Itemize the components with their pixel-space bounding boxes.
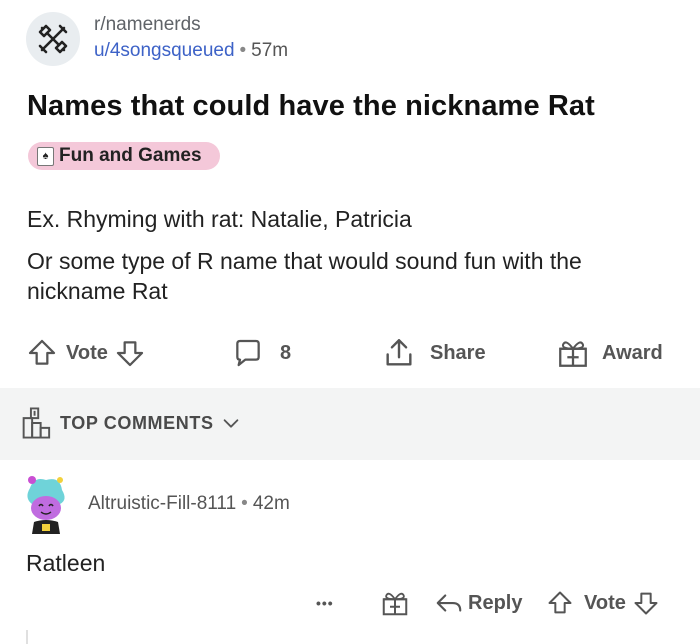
comment-age: 42m: [252, 493, 290, 514]
trophy-icon: [22, 407, 51, 439]
card-icon: ♠: [37, 146, 54, 166]
share-label: Share: [430, 341, 486, 364]
downvote-icon[interactable]: [632, 589, 660, 617]
vote-label: Vote: [66, 341, 108, 364]
comment-author[interactable]: Altruistic-Fill-8111: [88, 493, 236, 514]
more-options-icon: •••: [316, 595, 334, 611]
post-action-bar: Vote 8 Share Award: [26, 336, 676, 370]
post-body: Ex. Rhyming with rat: Natalie, Patricia …: [27, 204, 677, 318]
post-body-paragraph: Ex. Rhyming with rat: Natalie, Patricia: [27, 206, 412, 232]
thread-line: [26, 630, 28, 644]
reply-icon: [436, 594, 462, 612]
post-title[interactable]: Names that could have the nickname Rat: [27, 90, 595, 123]
snoo-avatar-icon: [27, 476, 65, 534]
post-body-paragraph: Or some type of R name that would sound …: [27, 248, 582, 304]
reply-button[interactable]: Reply: [434, 586, 522, 620]
upvote-icon[interactable]: [546, 589, 574, 617]
comment-count: 8: [280, 341, 292, 364]
comment-icon: [236, 339, 260, 367]
pencils-icon: [38, 24, 68, 54]
award-button[interactable]: Award: [556, 336, 663, 370]
comment-header: Altruistic-Fill-8111 • 42m: [20, 474, 290, 534]
comment-award-button[interactable]: [380, 586, 410, 620]
share-button[interactable]: Share: [382, 336, 486, 370]
comment-body: Ratleen: [26, 550, 106, 576]
chevron-down-icon: [223, 419, 238, 428]
comment-vote-label: Vote: [584, 591, 626, 614]
comment-vote-control: Vote: [546, 586, 660, 620]
reply-label: Reply: [468, 591, 523, 614]
comment-action-bar: ••• Reply Vote: [0, 586, 700, 620]
separator-dot: •: [239, 40, 247, 61]
award-label: Award: [602, 341, 663, 364]
post-age: 57m: [251, 40, 289, 61]
post-author[interactable]: u/4songsqueued: [94, 40, 235, 61]
post-flair[interactable]: ♠ Fun and Games: [28, 142, 220, 170]
sort-label: TOP COMMENTS: [60, 412, 214, 433]
award-icon: [559, 341, 587, 367]
flair-label: Fun and Games: [59, 145, 202, 166]
vote-control: Vote: [26, 336, 146, 370]
share-icon: [386, 339, 412, 366]
subreddit-name[interactable]: r/namenerds: [94, 13, 288, 37]
separator-dot: •: [241, 493, 248, 514]
downvote-icon[interactable]: [114, 337, 146, 369]
avatar[interactable]: [20, 474, 72, 534]
upvote-icon[interactable]: [26, 337, 58, 369]
comment-sort-dropdown[interactable]: TOP COMMENTS: [22, 406, 242, 440]
more-options-button[interactable]: •••: [316, 586, 334, 620]
post-header: r/namenerds u/4songsqueued • 57m: [26, 12, 288, 66]
award-icon: [382, 592, 408, 616]
subreddit-icon[interactable]: [26, 12, 80, 66]
comments-button[interactable]: 8: [232, 336, 291, 370]
